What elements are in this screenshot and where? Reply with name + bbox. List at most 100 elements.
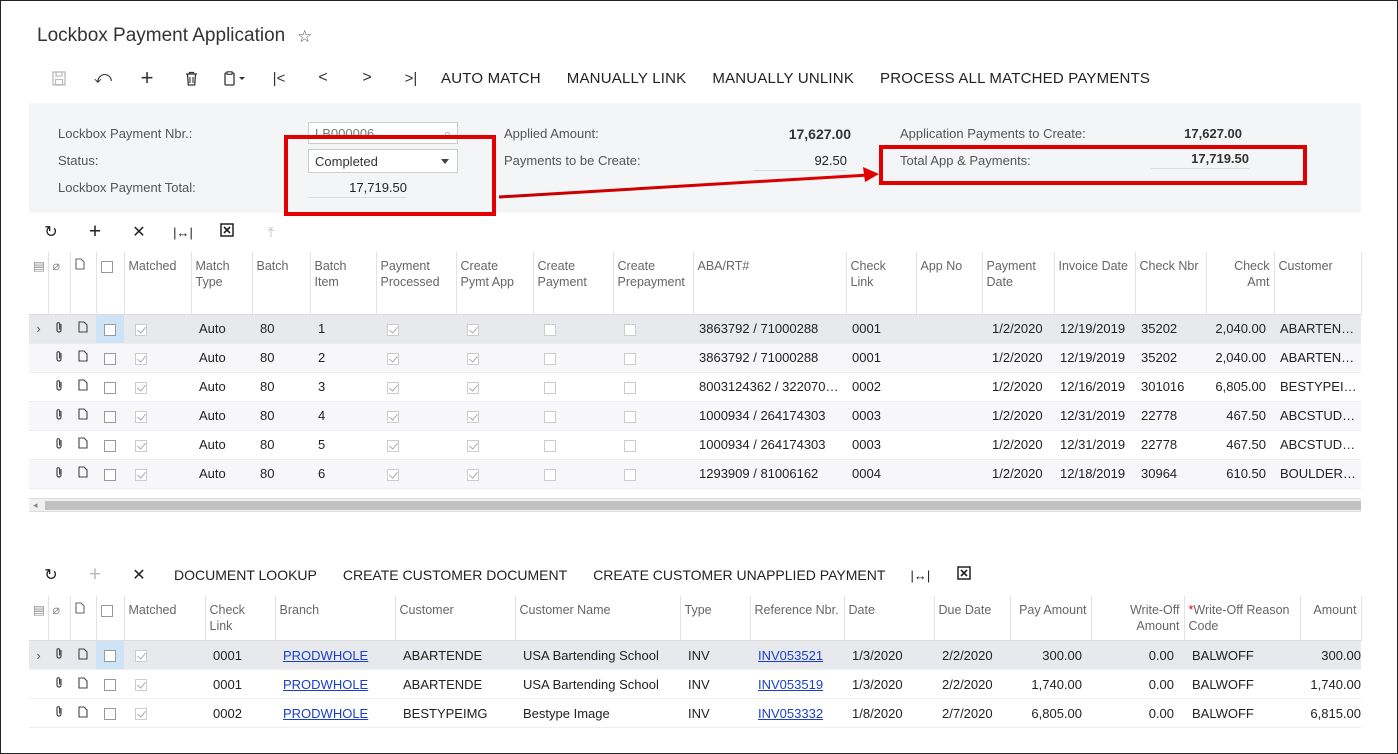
payment-processed-checkbox[interactable] — [376, 343, 456, 373]
attachment-icon[interactable] — [48, 698, 70, 728]
note-icon[interactable] — [70, 698, 96, 728]
manually-unlink-button[interactable]: MANUALLY UNLINK — [712, 70, 854, 87]
note-icon[interactable] — [70, 314, 96, 344]
create-pymt-app-checkbox[interactable] — [456, 343, 533, 373]
col-payment-processed[interactable]: Payment Processed — [376, 252, 457, 315]
create-pymt-app-checkbox[interactable] — [456, 430, 533, 460]
col-due-date[interactable]: Due Date — [934, 596, 1011, 641]
create-payment-checkbox[interactable] — [533, 459, 613, 489]
manually-link-button[interactable]: MANUALLY LINK — [567, 70, 687, 87]
matched-checkbox[interactable] — [124, 430, 191, 460]
select-all-checkbox[interactable] — [96, 596, 125, 641]
add-icon[interactable]: + — [125, 64, 169, 92]
payment-processed-checkbox[interactable] — [376, 430, 456, 460]
select-all-checkbox[interactable] — [96, 252, 125, 315]
row-select-checkbox[interactable] — [96, 343, 124, 373]
star-icon[interactable]: ☆ — [297, 27, 312, 47]
col-app-no[interactable]: App No — [916, 252, 983, 315]
col-match-type[interactable]: Match Type — [191, 252, 253, 315]
col-create-payment[interactable]: Create Payment — [533, 252, 614, 315]
create-pymt-app-checkbox[interactable] — [456, 372, 533, 402]
col-payment-date[interactable]: Payment Date — [982, 252, 1055, 315]
reference-nbr-link[interactable]: INV053519 — [750, 669, 844, 699]
matched-checkbox[interactable] — [124, 640, 205, 670]
create-prepayment-checkbox[interactable] — [613, 372, 693, 402]
matched-checkbox[interactable] — [124, 669, 205, 699]
col-amount[interactable]: Amount — [1300, 596, 1362, 641]
row-select-checkbox[interactable] — [96, 698, 124, 728]
col-batch-item[interactable]: Batch Item — [310, 252, 377, 315]
row-select-checkbox[interactable] — [96, 401, 124, 431]
branch-link[interactable]: PRODWHOLE — [275, 640, 395, 670]
matched-checkbox[interactable] — [124, 314, 191, 344]
scroll-left-icon[interactable]: ◂ — [33, 500, 38, 511]
table-row[interactable]: Auto 80 2 3863792 / 71000288 0001 1/2/2020 12… — [29, 343, 1361, 373]
reference-nbr-link[interactable]: INV053332 — [750, 698, 844, 728]
reference-nbr-link[interactable]: INV053521 — [750, 640, 844, 670]
table-row[interactable]: › Auto 80 1 3863792 / 71000288 0001 1/2/2020… — [29, 314, 1361, 344]
col-create-prepayment[interactable]: Create Prepayment — [613, 252, 694, 315]
col-type[interactable]: Type — [680, 596, 751, 641]
branch-link[interactable]: PRODWHOLE — [275, 698, 395, 728]
col-matched[interactable]: Matched — [124, 596, 206, 641]
matched-checkbox[interactable] — [124, 343, 191, 373]
table-row[interactable]: Auto 80 4 1000934 / 264174303 0003 1/2/2020 1… — [29, 401, 1361, 431]
attachment-icon[interactable] — [48, 314, 70, 344]
col-customer-name[interactable]: Customer Name — [515, 596, 681, 641]
create-payment-checkbox[interactable] — [533, 343, 613, 373]
note-icon[interactable] — [70, 669, 96, 699]
create-pymt-app-checkbox[interactable] — [456, 314, 533, 344]
row-expand-icon[interactable] — [29, 372, 48, 402]
fit-columns-icon[interactable]: |↔| — [161, 225, 205, 240]
table-row[interactable]: Auto 80 6 1293909 / 81006162 0004 1/2/2020 12… — [29, 459, 1361, 489]
attachment-icon[interactable] — [48, 343, 70, 373]
add-icon[interactable]: + — [73, 563, 117, 587]
branch-link[interactable]: PRODWHOLE — [275, 669, 395, 699]
row-expand-icon[interactable] — [29, 430, 48, 460]
row-select-checkbox[interactable] — [96, 459, 124, 489]
table-row[interactable]: 0001 PRODWHOLE ABARTENDE USA Bartending Sch… — [29, 669, 1361, 699]
note-icon[interactable] — [70, 430, 96, 460]
row-select-checkbox[interactable] — [96, 372, 124, 402]
col-reference-nbr[interactable]: Reference Nbr. — [750, 596, 845, 641]
delete-icon[interactable] — [169, 64, 213, 92]
scrollbar-thumb[interactable] — [45, 501, 1361, 510]
note-icon[interactable] — [70, 401, 96, 431]
row-expand-icon[interactable]: › — [29, 640, 48, 670]
create-payment-checkbox[interactable] — [533, 314, 613, 344]
create-pymt-app-checkbox[interactable] — [456, 459, 533, 489]
table-row[interactable]: Auto 80 5 1000934 / 264174303 0003 1/2/2020 1… — [29, 430, 1361, 460]
table-row[interactable]: › 0001 PRODWHOLE ABARTENDE USA Bartending S… — [29, 640, 1361, 670]
horizontal-scrollbar[interactable]: ◂ — [29, 498, 1361, 512]
previous-record-icon[interactable]: < — [301, 64, 345, 92]
copy-paste-icon[interactable] — [213, 64, 257, 92]
create-prepayment-checkbox[interactable] — [613, 314, 693, 344]
col-customer[interactable]: Customer — [395, 596, 516, 641]
row-expand-icon[interactable] — [29, 669, 48, 699]
matched-checkbox[interactable] — [124, 401, 191, 431]
attachment-icon[interactable] — [48, 430, 70, 460]
note-icon[interactable] — [70, 343, 96, 373]
note-icon[interactable] — [70, 372, 96, 402]
create-prepayment-checkbox[interactable] — [613, 430, 693, 460]
save-icon[interactable] — [37, 64, 81, 92]
col-pay-amount[interactable]: Pay Amount — [1010, 596, 1092, 641]
add-icon[interactable]: + — [73, 220, 117, 244]
upload-icon[interactable]: ⤒ — [249, 224, 293, 241]
payment-processed-checkbox[interactable] — [376, 459, 456, 489]
col-check-nbr[interactable]: Check Nbr — [1135, 252, 1207, 315]
col-branch[interactable]: Branch — [275, 596, 396, 641]
row-expand-icon[interactable] — [29, 401, 48, 431]
undo-icon[interactable]: ⤺ — [81, 64, 125, 92]
col-writeoff-reason[interactable]: *Write-Off Reason Code — [1184, 596, 1301, 641]
row-select-checkbox[interactable] — [96, 640, 124, 670]
create-prepayment-checkbox[interactable] — [613, 401, 693, 431]
payment-processed-checkbox[interactable] — [376, 314, 456, 344]
payment-processed-checkbox[interactable] — [376, 401, 456, 431]
col-matched[interactable]: Matched — [124, 252, 192, 315]
row-settings-icon[interactable]: ▤ — [29, 252, 49, 315]
excel-export-icon[interactable] — [205, 222, 249, 242]
fit-columns-icon[interactable]: |↔| — [898, 568, 942, 583]
row-expand-icon[interactable] — [29, 459, 48, 489]
payment-processed-checkbox[interactable] — [376, 372, 456, 402]
